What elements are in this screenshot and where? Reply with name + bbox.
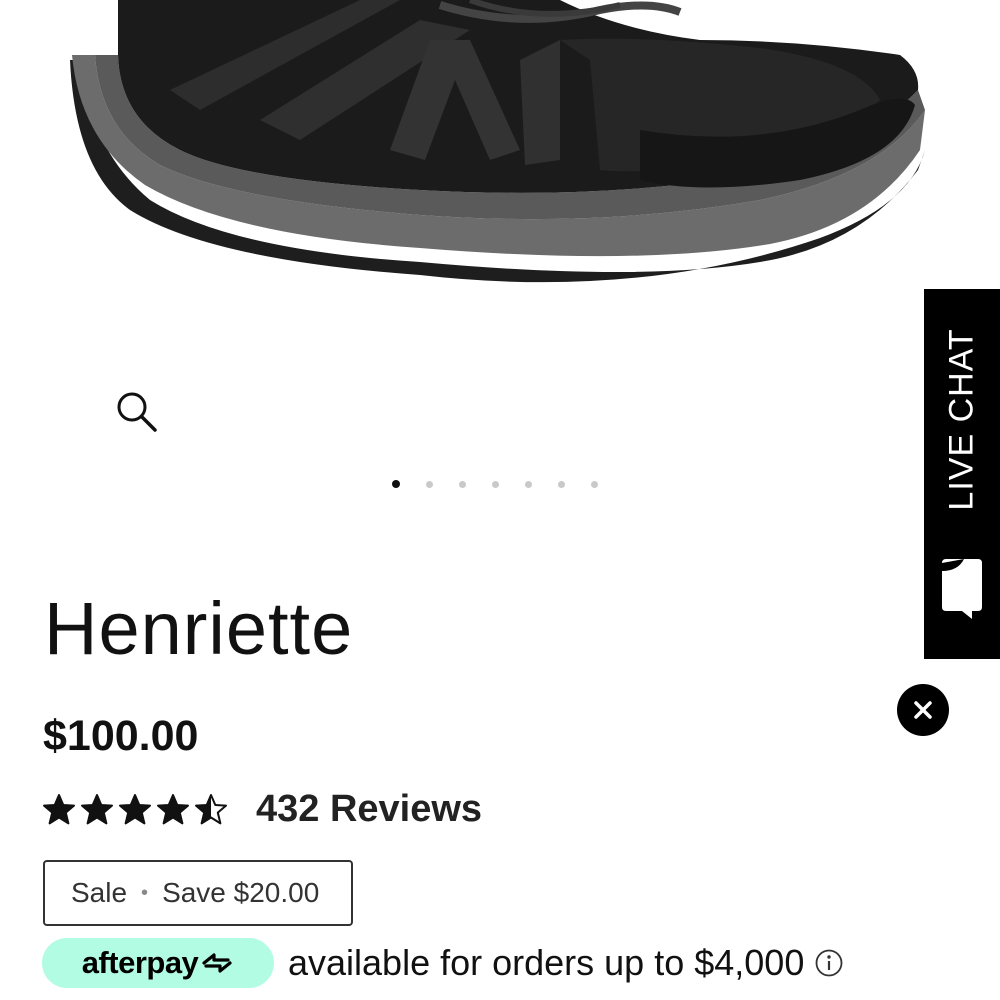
afterpay-arrows-icon bbox=[202, 953, 232, 973]
star-full-icon bbox=[81, 793, 113, 824]
zoom-button[interactable] bbox=[113, 388, 159, 434]
carousel-dot[interactable] bbox=[426, 480, 433, 488]
product-image[interactable] bbox=[0, 0, 1000, 300]
shoe-image bbox=[70, 0, 925, 283]
star-full-icon bbox=[157, 793, 189, 824]
carousel-dot[interactable] bbox=[525, 480, 532, 488]
info-icon[interactable] bbox=[814, 948, 844, 978]
save-amount: Save $20.00 bbox=[162, 877, 320, 908]
sale-separator: • bbox=[141, 881, 149, 904]
product-price: $100.00 bbox=[43, 712, 199, 760]
carousel-dot[interactable] bbox=[392, 480, 400, 488]
afterpay-logo: afterpay bbox=[42, 938, 274, 988]
product-title: Henriette bbox=[44, 587, 354, 670]
live-chat-label: LIVE CHAT bbox=[942, 327, 981, 511]
close-button[interactable] bbox=[897, 684, 949, 736]
afterpay-logo-text: afterpay bbox=[81, 945, 199, 980]
carousel-dot[interactable] bbox=[459, 480, 466, 488]
product-rating[interactable]: 432 Reviews bbox=[42, 788, 482, 831]
search-icon bbox=[117, 392, 157, 432]
carousel-dot[interactable] bbox=[492, 480, 499, 488]
live-chat-label-wrap: LIVE CHAT bbox=[924, 289, 1000, 549]
star-full-icon bbox=[43, 793, 75, 824]
afterpay-text: available for orders up to $4,000 bbox=[288, 942, 805, 983]
sale-label: Sale bbox=[71, 877, 128, 908]
chat-bubble-icon bbox=[942, 559, 982, 619]
star-full-icon bbox=[119, 793, 151, 824]
star-half-icon bbox=[195, 793, 227, 824]
rating-stars bbox=[42, 793, 228, 827]
carousel-dot[interactable] bbox=[558, 480, 565, 488]
reviews-link[interactable]: 432 Reviews bbox=[256, 788, 482, 831]
sale-badge: Sale • Save $20.00 bbox=[43, 860, 353, 926]
afterpay-row: afterpay available for orders up to $4,0… bbox=[42, 938, 844, 988]
carousel-dots bbox=[392, 480, 598, 488]
carousel-dot[interactable] bbox=[591, 480, 598, 488]
live-chat-button[interactable]: LIVE CHAT bbox=[924, 289, 1000, 659]
close-icon bbox=[914, 701, 932, 719]
